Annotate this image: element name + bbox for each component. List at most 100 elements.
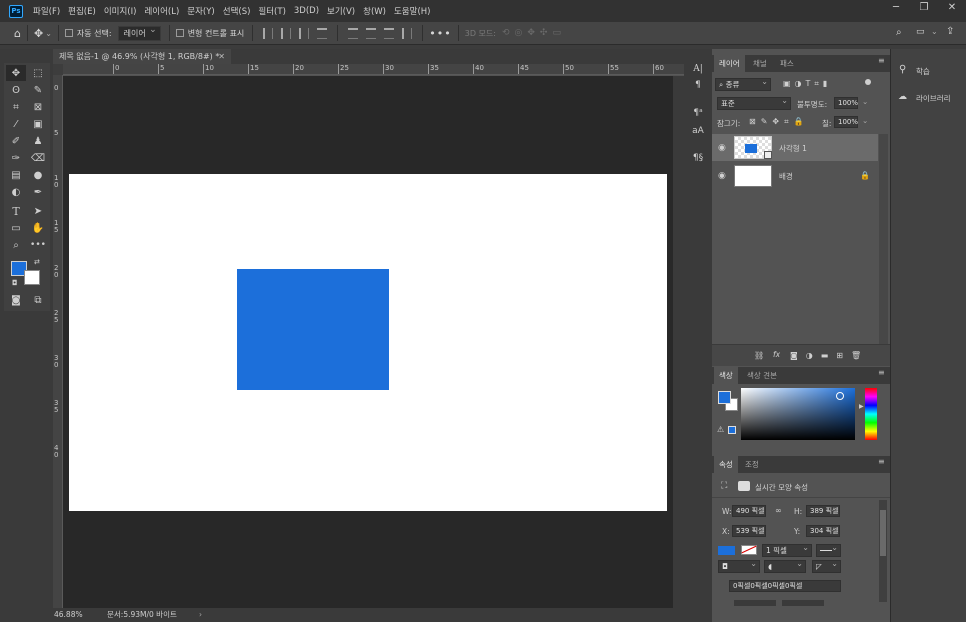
restore-icon[interactable]: ❐ [910, 0, 938, 16]
layer-name[interactable]: 사각형 1 [779, 143, 807, 154]
menu-view[interactable]: 보기(V) [327, 5, 355, 17]
fill-chevron-icon[interactable]: ⌄ [862, 116, 868, 125]
move-tool-icon[interactable]: ✥ [34, 27, 43, 40]
path-select-tool-icon[interactable]: ➤ [28, 203, 48, 219]
menu-layer[interactable]: 레이어(L) [144, 5, 179, 17]
quick-select-tool-icon[interactable]: ✎ [28, 82, 48, 98]
stroke-width-dropdown[interactable]: 1 픽셀 [762, 542, 812, 557]
hand-tool-icon[interactable]: ✋ [28, 220, 48, 236]
align-center-icon[interactable] [281, 27, 292, 39]
visibility-eye-icon[interactable]: ◉ [718, 171, 726, 181]
menu-file[interactable]: 파일(F) [33, 5, 60, 17]
distribute-icon[interactable] [317, 27, 328, 39]
eraser-tool-icon[interactable]: ⌫ [28, 150, 48, 166]
zoom-level[interactable]: 46.88% [54, 608, 83, 622]
opacity-chevron-icon[interactable]: ⌄ [862, 97, 868, 106]
canvas-vertical-scrollbar[interactable] [673, 76, 684, 608]
visibility-eye-icon[interactable]: ◉ [718, 143, 726, 153]
frame-tool-icon[interactable]: ⊠ [28, 99, 48, 115]
default-colors-icon[interactable]: ◘ [12, 279, 18, 287]
align-top-icon[interactable] [348, 27, 359, 39]
type-tool-icon[interactable]: T [6, 203, 26, 219]
width-input[interactable]: 490 픽셀 [732, 505, 766, 517]
layer-row-background[interactable]: ◉ 배경 🔒 [712, 162, 878, 189]
tab-properties[interactable]: 속성 [714, 456, 738, 473]
stroke-color-swatch[interactable] [741, 545, 757, 555]
background-color-swatch[interactable] [24, 270, 40, 285]
properties-scrollbar-thumb[interactable] [880, 510, 886, 556]
chevron-down-icon[interactable]: ⌄ [45, 29, 52, 38]
menu-image[interactable]: 이미지(I) [104, 5, 137, 17]
corner-radius-input[interactable]: 0픽셀0픽셀0픽셀0픽셀 [729, 580, 841, 592]
screen-mode-icon[interactable]: ⧉ [28, 292, 48, 308]
status-expand-icon[interactable]: › [199, 608, 202, 622]
tab-channels[interactable]: 채널 [748, 55, 772, 72]
opacity-input[interactable]: 100% [834, 97, 858, 109]
ruler-vertical[interactable]: 0 5 10 15 20 25 30 35 40 [53, 75, 63, 608]
history-brush-tool-icon[interactable]: ✑ [6, 150, 26, 166]
stroke-type-dropdown[interactable] [816, 542, 841, 557]
move-tool-icon[interactable]: ✥ [6, 65, 26, 81]
fill-color-swatch[interactable] [718, 546, 735, 555]
more-options-icon[interactable]: ••• [429, 27, 451, 40]
blend-mode-dropdown[interactable]: 표준 [717, 95, 791, 110]
eyedropper-tool-icon[interactable]: ⁄ [6, 116, 26, 132]
learn-bulb-icon[interactable]: ⚲ [899, 64, 906, 75]
quick-mask-icon[interactable]: ◙ [6, 292, 26, 308]
tab-layers[interactable]: 레이어 [714, 55, 745, 72]
zoom-tool-icon[interactable]: ⌕ [6, 237, 26, 253]
blur-tool-icon[interactable]: ● [28, 167, 48, 183]
height-input[interactable]: 389 픽셀 [806, 505, 840, 517]
stroke-align-dropdown[interactable]: ◘ [718, 558, 760, 573]
workspace-chevron-icon[interactable]: ⌄ [931, 27, 938, 36]
align-middle-icon[interactable] [366, 27, 377, 39]
distribute-vertical-icon[interactable] [402, 27, 413, 39]
x-input[interactable]: 539 픽셀 [732, 525, 766, 537]
web-safe-color-swatch[interactable] [728, 426, 736, 434]
home-icon[interactable]: ⌂ [14, 27, 21, 40]
3d-mode-icons[interactable]: ⟲◎✥✣▭ [502, 28, 566, 38]
menu-select[interactable]: 선택(S) [223, 5, 251, 17]
close-icon[interactable]: ✕ [938, 0, 966, 16]
link-dimensions-icon[interactable]: ∞ [775, 506, 782, 515]
minimize-icon[interactable]: ─ [882, 0, 910, 16]
panel-menu-icon[interactable]: ≡ [878, 369, 886, 377]
fx-icon[interactable]: fx [773, 350, 780, 359]
panel-menu-icon[interactable]: ≡ [878, 458, 886, 466]
paragraph-panel-icon[interactable]: ¶ [690, 80, 706, 94]
ruler-horizontal[interactable]: 05101520253035404550556065 [63, 64, 684, 75]
tab-paths[interactable]: 패스 [775, 55, 799, 72]
paragraph-styles-icon[interactable]: ¶§ [690, 153, 706, 167]
hue-slider-arrow-icon[interactable]: ▶ [859, 403, 864, 410]
character-panel-icon[interactable]: A| [690, 64, 706, 78]
align-bottom-icon[interactable] [384, 27, 395, 39]
stamp-tool-icon[interactable]: ♟ [28, 133, 48, 149]
gamut-warning-icon[interactable]: ⚠ [717, 425, 724, 434]
menu-edit[interactable]: 편집(E) [68, 5, 96, 17]
document-tab[interactable]: 제목 없음-1 @ 46.9% (사각형 1, RGB/8#) * ✕ [53, 49, 231, 64]
stroke-cap-dropdown[interactable]: ◖ [764, 558, 806, 573]
menu-type[interactable]: 문자(Y) [187, 5, 214, 17]
y-input[interactable]: 304 픽셀 [806, 525, 840, 537]
share-icon[interactable]: ⇪ [946, 26, 954, 37]
menu-help[interactable]: 도움말(H) [394, 5, 430, 17]
side-item-libraries[interactable]: 라이브러리 [916, 93, 951, 104]
layer-filter-icons[interactable]: ▣◑T⌗▮ [783, 79, 831, 89]
rectangle-tool-icon[interactable]: ▭ [6, 220, 26, 236]
panel-menu-icon[interactable]: ≡ [878, 57, 886, 65]
more-tools-icon[interactable]: ••• [28, 237, 48, 253]
close-tab-icon[interactable]: ✕ [218, 49, 225, 64]
workspace-icon[interactable]: ▭ [916, 27, 925, 37]
tab-color[interactable]: 색상 [714, 367, 738, 384]
align-left-icon[interactable] [263, 27, 274, 39]
hue-slider[interactable] [865, 388, 877, 440]
color-panel-foreground-swatch[interactable] [718, 391, 731, 404]
transform-controls-checkbox[interactable] [175, 29, 184, 37]
lock-icons[interactable]: ⊠✎✥⌗🔒 [749, 117, 809, 127]
auto-select-dropdown[interactable]: 레이어 [117, 24, 161, 41]
libraries-icon[interactable]: ☁ [898, 92, 907, 102]
healing-brush-tool-icon[interactable]: ▣ [28, 116, 48, 132]
auto-select-checkbox[interactable] [64, 29, 73, 37]
dodge-tool-icon[interactable]: ◐ [6, 184, 26, 200]
gradient-tool-icon[interactable]: ▤ [6, 167, 26, 183]
